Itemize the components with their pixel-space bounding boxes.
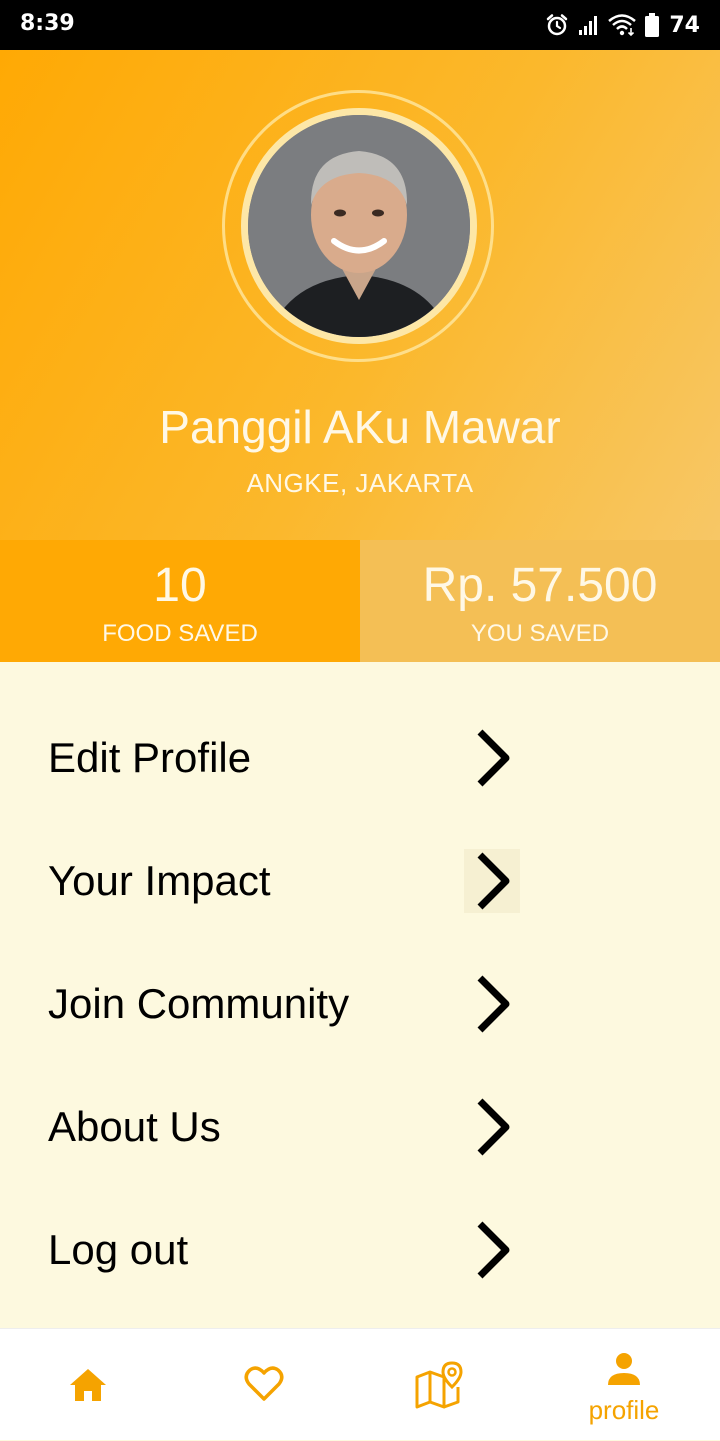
map-icon [415,1361,463,1409]
nav-home[interactable] [28,1329,148,1441]
menu-item-label: Your Impact [48,856,271,904]
menu-item-edit-profile[interactable]: Edit Profile [0,696,720,819]
nav-favorites[interactable] [204,1329,324,1441]
alarm-icon [545,13,569,37]
profile-header: Panggil AKu Mawar ANGKE, JAKARTA [0,50,720,540]
menu-item-label: Join Community [48,979,350,1027]
you-saved-value: Rp. 57.500 [422,559,658,612]
menu-item-about-us[interactable]: About Us [0,1065,720,1188]
menu-item-label: Edit Profile [48,733,252,781]
menu-item-label: About Us [48,1102,221,1150]
chevron-right-icon[interactable] [464,848,520,913]
food-saved-label: FOOD SAVED [102,620,258,647]
chevron-right-icon[interactable] [464,972,520,1036]
status-time: 8:39 [20,11,75,36]
menu-item-label: Log out [48,1225,189,1273]
chevron-right-icon[interactable] [464,1218,520,1282]
menu-item-log-out[interactable]: Log out [0,1188,720,1311]
status-bar: 8:39 74 [0,0,720,50]
menu-item-your-impact[interactable]: Your Impact [0,819,720,942]
nav-profile-label: profile [588,1395,660,1425]
chevron-right-icon[interactable] [464,1095,520,1159]
nav-map[interactable] [380,1329,500,1441]
you-saved-label: YOU SAVED [470,620,610,647]
nav-profile[interactable]: profile [564,1329,684,1441]
avatar[interactable] [241,108,477,344]
bottom-nav: profile [0,1328,720,1440]
status-icons: 74 [545,10,700,40]
battery-level: 74 [669,12,700,38]
user-location: ANGKE, JAKARTA [246,468,474,498]
user-name: Panggil AKu Mawar [159,401,561,453]
person-icon [608,1353,640,1385]
heart-icon [244,1366,284,1401]
food-saved-value: 10 [153,559,207,612]
home-icon [70,1369,106,1401]
menu-item-join-community[interactable]: Join Community [0,942,720,1065]
wifi-icon [607,13,637,37]
stat-food-saved: 10 FOOD SAVED [0,540,360,662]
battery-icon [645,13,660,37]
stat-you-saved: Rp. 57.500 YOU SAVED [360,540,720,662]
profile-menu: Edit Profile Your Impact Join Community … [0,662,720,1328]
signal-icon [577,14,599,36]
chevron-right-icon[interactable] [464,726,520,790]
